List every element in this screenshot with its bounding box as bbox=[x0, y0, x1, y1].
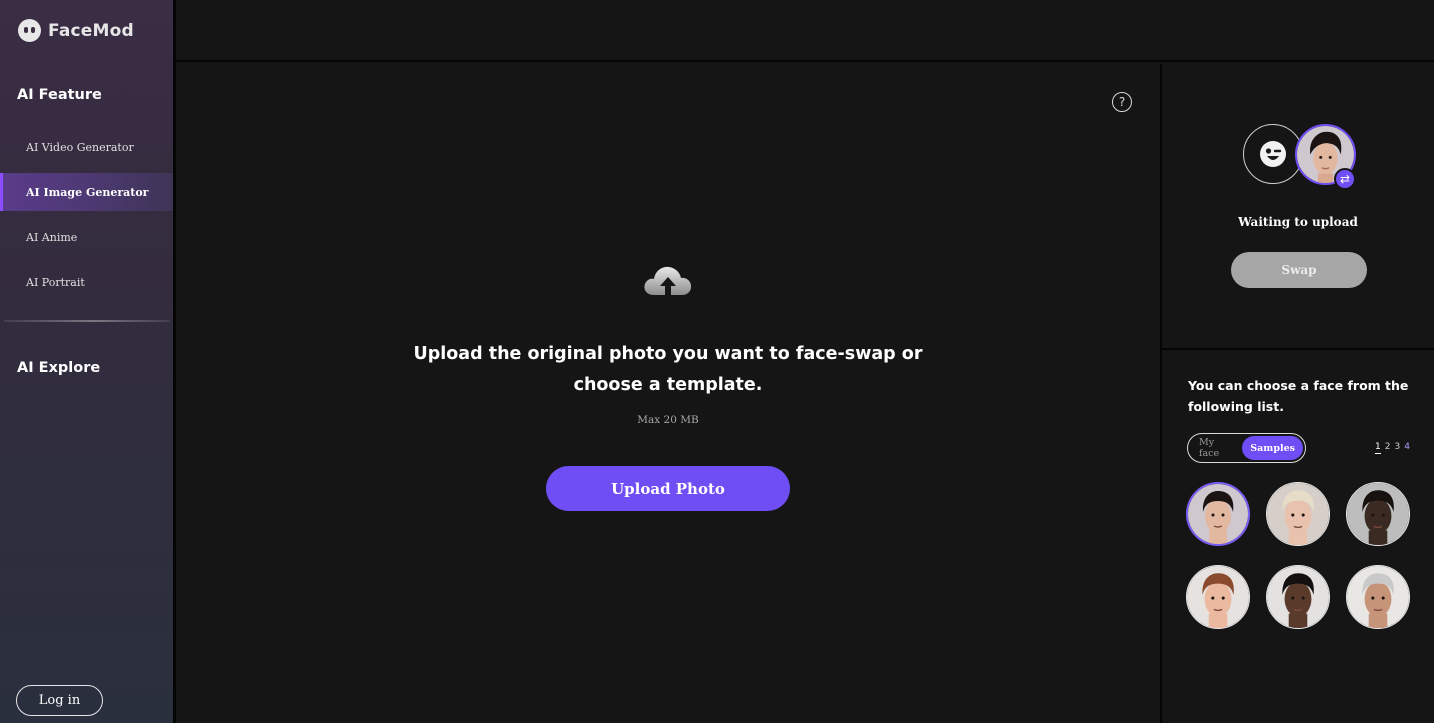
max-size-label: Max 20 MB bbox=[637, 414, 699, 426]
section-ai-explore[interactable]: AI Explore bbox=[17, 360, 100, 376]
smiley-face-icon bbox=[1260, 141, 1286, 167]
upload-photo-button[interactable]: Upload Photo bbox=[546, 466, 790, 511]
top-bar bbox=[176, 0, 1434, 62]
help-icon[interactable]: ? bbox=[1112, 92, 1132, 112]
sidebar: FaceMod AI Feature AI Video Generator AI… bbox=[0, 0, 173, 723]
upload-status: Waiting to upload bbox=[1238, 215, 1358, 229]
cloud-upload-icon bbox=[644, 266, 692, 296]
brand-name: FaceMod bbox=[48, 20, 134, 41]
brand-logo[interactable]: FaceMod bbox=[18, 19, 134, 42]
face-thumbnail-image bbox=[1267, 483, 1329, 545]
upload-heading-line-1: Upload the original photo you want to fa… bbox=[413, 344, 923, 364]
upload-heading-line-2: choose a template. bbox=[573, 375, 763, 395]
section-ai-feature[interactable]: AI Feature bbox=[17, 87, 102, 103]
sidebar-item-ai-anime[interactable]: AI Anime bbox=[0, 218, 173, 256]
swap-button[interactable]: Swap bbox=[1231, 252, 1367, 288]
face-chooser-panel: You can choose a face from the following… bbox=[1162, 350, 1434, 723]
page-3[interactable]: 3 bbox=[1394, 442, 1400, 454]
face-thumbnail-image bbox=[1188, 484, 1248, 544]
face-source-toggle[interactable]: My face Samples bbox=[1187, 433, 1306, 463]
upload-area[interactable]: ? Upload the original photo you want to … bbox=[176, 64, 1160, 723]
tab-my-face[interactable]: My face bbox=[1190, 437, 1242, 459]
original-photo-slot[interactable] bbox=[1243, 124, 1303, 184]
tab-samples[interactable]: Samples bbox=[1242, 436, 1303, 460]
face-option[interactable] bbox=[1186, 482, 1250, 546]
upload-heading: Upload the original photo you want to fa… bbox=[176, 339, 1160, 401]
page-4[interactable]: 4 bbox=[1404, 442, 1410, 454]
face-list-prompt: You can choose a face from the following… bbox=[1188, 378, 1409, 414]
face-option[interactable] bbox=[1346, 482, 1410, 546]
sidebar-divider bbox=[4, 320, 170, 322]
face-thumbnail-image bbox=[1347, 566, 1409, 628]
face-thumbnail-image bbox=[1187, 566, 1249, 628]
swap-arrows-icon: ⇄ bbox=[1334, 168, 1356, 190]
login-button[interactable]: Log in bbox=[16, 685, 103, 716]
face-thumbnail-image bbox=[1347, 483, 1409, 545]
facemod-logo-icon bbox=[18, 19, 41, 42]
swap-preview-panel: ⇄ Waiting to upload Swap bbox=[1162, 64, 1434, 348]
face-grid bbox=[1186, 482, 1412, 632]
sidebar-item-ai-video-generator[interactable]: AI Video Generator bbox=[0, 128, 173, 166]
face-thumbnail-image bbox=[1267, 566, 1329, 628]
face-list-pagination: 1 2 3 4 bbox=[1375, 442, 1410, 454]
page-1[interactable]: 1 bbox=[1375, 442, 1381, 454]
sidebar-item-ai-portrait[interactable]: AI Portrait bbox=[0, 263, 173, 301]
face-option[interactable] bbox=[1186, 565, 1250, 629]
page-2[interactable]: 2 bbox=[1385, 442, 1391, 454]
face-option[interactable] bbox=[1346, 565, 1410, 629]
face-option[interactable] bbox=[1266, 482, 1330, 546]
sidebar-item-ai-image-generator[interactable]: AI Image Generator bbox=[0, 173, 173, 211]
face-option[interactable] bbox=[1266, 565, 1330, 629]
